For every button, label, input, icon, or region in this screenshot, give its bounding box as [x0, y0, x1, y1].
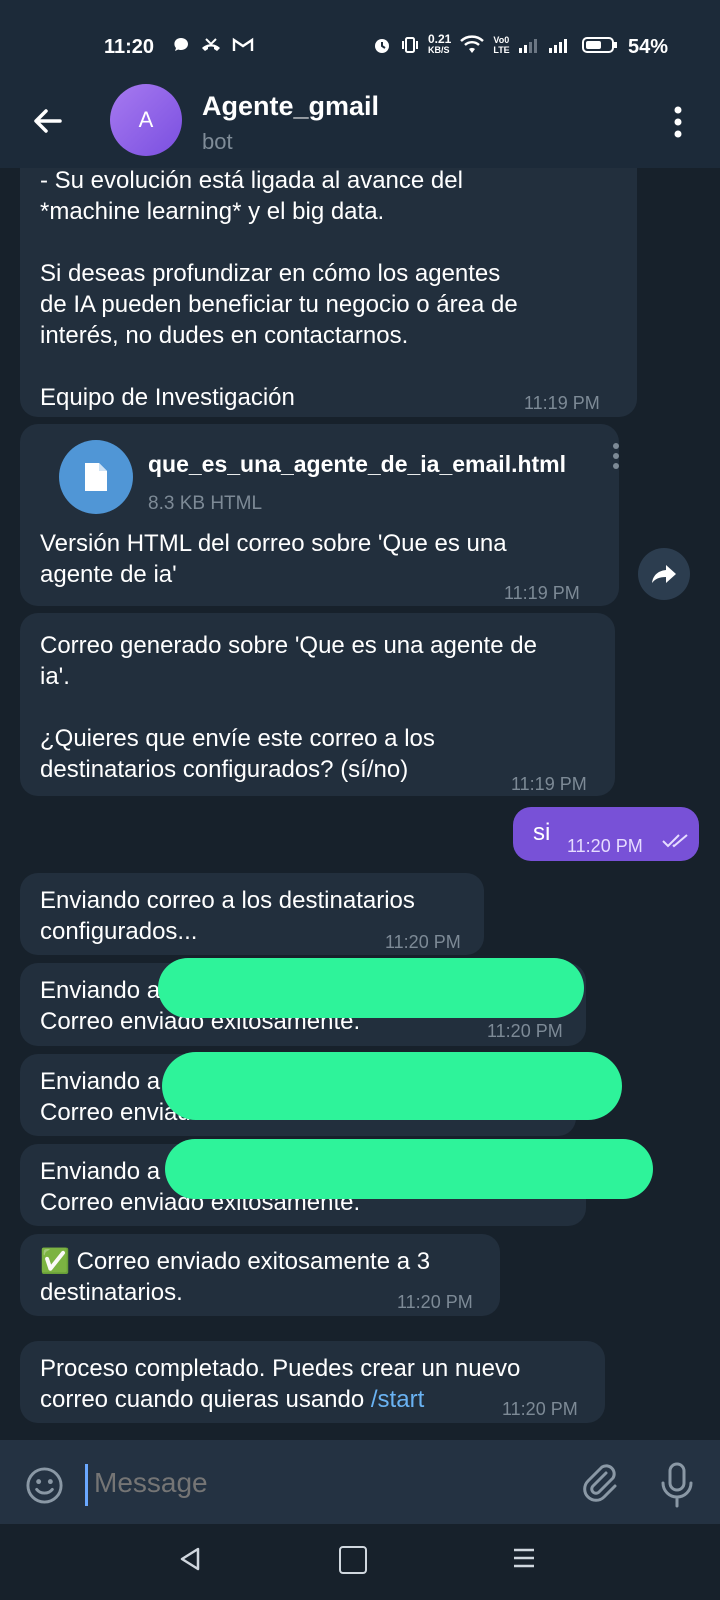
- start-command-link[interactable]: /start: [371, 1386, 424, 1413]
- file-more-icon[interactable]: [611, 442, 621, 470]
- nav-back-icon[interactable]: [176, 1545, 204, 1573]
- chat-notification-icon: [174, 38, 188, 51]
- message-composer: [0, 1440, 720, 1524]
- message-time: 11:20 PM: [502, 1399, 578, 1419]
- message-text: si: [533, 819, 551, 846]
- message-time: 11:20 PM: [487, 1021, 563, 1041]
- document-icon: [85, 463, 107, 491]
- message-list[interactable]: - Su evolución está ligada al avance del…: [0, 168, 720, 1440]
- message-bubble[interactable]: - Su evolución está ligada al avance del…: [20, 168, 637, 417]
- chat-title[interactable]: Agente_gmail: [202, 91, 379, 122]
- status-bar: 11:20 0.21 KB/S Vo0 LTE 54%: [0, 0, 720, 75]
- system-icons: 0.21 KB/S Vo0 LTE: [372, 32, 618, 56]
- signal-icon-2: [548, 39, 567, 53]
- message-bubble[interactable]: Correo generado sobre 'Que es una agente…: [20, 613, 615, 796]
- file-icon[interactable]: [59, 440, 133, 514]
- more-vertical-icon[interactable]: [672, 105, 684, 139]
- message-bubble[interactable]: Enviando correo a los destinatarios conf…: [20, 873, 484, 955]
- outgoing-message[interactable]: si 11:20 PM: [513, 807, 699, 861]
- double-check-icon: [662, 834, 688, 848]
- message-time: 11:20 PM: [567, 836, 643, 856]
- volte-indicator: Vo0 LTE: [493, 35, 510, 55]
- alarm-icon: [375, 39, 389, 53]
- message-time: 11:19 PM: [511, 774, 587, 794]
- message-input[interactable]: [92, 1458, 556, 1508]
- nav-menu-icon[interactable]: [511, 1546, 537, 1570]
- forward-icon: [652, 565, 676, 583]
- message-time: 11:19 PM: [524, 393, 600, 413]
- message-bubble[interactable]: ✅ Correo enviado exitosamente a 3 destin…: [20, 1234, 500, 1316]
- wifi-icon: [460, 35, 485, 53]
- message-text-body: Proceso completado. Puedes crear un nuev…: [40, 1355, 521, 1413]
- paperclip-icon[interactable]: [578, 1461, 620, 1503]
- nav-home-icon[interactable]: [339, 1546, 367, 1574]
- redaction-mark: [158, 958, 584, 1018]
- message-time: 11:19 PM: [504, 583, 580, 603]
- emoji-icon[interactable]: [25, 1466, 64, 1505]
- battery-percent: 54%: [628, 36, 669, 58]
- net-speed: 0.21 KB/S: [428, 32, 452, 55]
- file-meta: 8.3 KB HTML: [148, 493, 263, 514]
- redaction-mark: [162, 1052, 622, 1120]
- redaction-mark: [165, 1139, 653, 1199]
- microphone-icon[interactable]: [659, 1461, 695, 1509]
- missed-call-icon: [202, 38, 220, 51]
- gmail-icon: [232, 37, 254, 51]
- notification-icons: [172, 36, 254, 54]
- message-text: - Su evolución está ligada al avance del…: [40, 168, 518, 411]
- battery-icon: [581, 37, 617, 53]
- message-bubble[interactable]: Proceso completado. Puedes crear un nuev…: [20, 1341, 605, 1423]
- avatar[interactable]: A: [110, 84, 182, 156]
- forward-button[interactable]: [638, 548, 690, 600]
- message-time: 11:20 PM: [385, 932, 461, 952]
- file-name[interactable]: que_es_una_agente_de_ia_email.html: [148, 449, 566, 480]
- check-icon: ✅: [40, 1248, 70, 1275]
- system-navigation-bar: [0, 1524, 720, 1600]
- message-text-body: Correo enviado exitosamente a 3 destinat…: [40, 1248, 431, 1306]
- signal-icon: [518, 39, 537, 53]
- file-message[interactable]: que_es_una_agente_de_ia_email.html 8.3 K…: [20, 424, 619, 606]
- avatar-letter: A: [138, 107, 154, 132]
- vibrate-icon: [402, 37, 418, 53]
- message-text: Correo generado sobre 'Que es una agente…: [40, 632, 537, 783]
- message-time: 11:20 PM: [397, 1292, 473, 1312]
- status-time: 11:20: [104, 36, 155, 58]
- back-arrow-icon[interactable]: [30, 103, 66, 139]
- chat-header: A Agente_gmail bot: [0, 75, 720, 168]
- text-caret: [85, 1464, 88, 1506]
- chat-subtitle: bot: [202, 129, 233, 154]
